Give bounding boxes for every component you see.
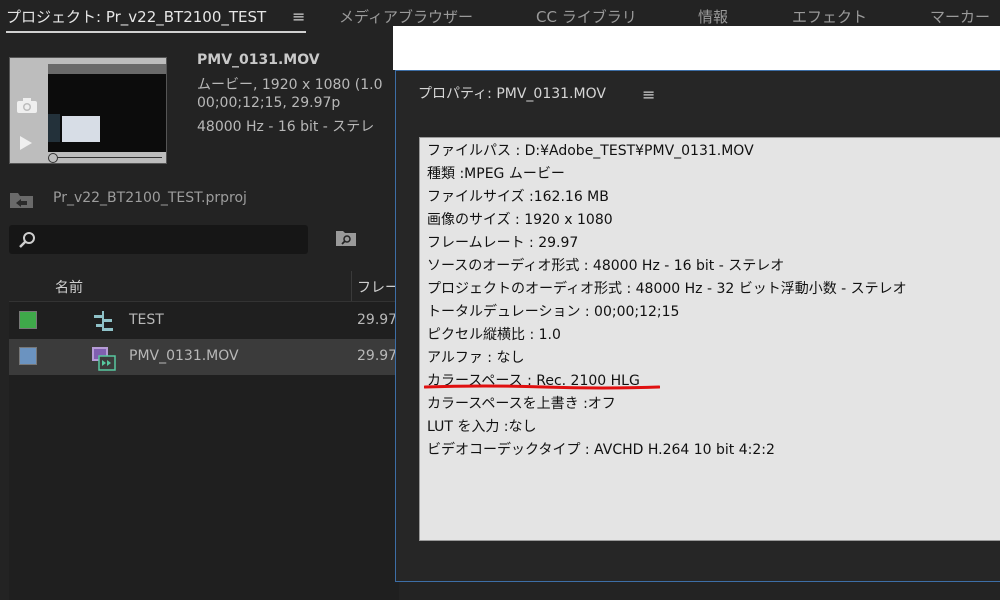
- tab-markers[interactable]: マーカー: [930, 6, 990, 27]
- label-color-swatch[interactable]: [19, 311, 37, 329]
- list-header: 名前 フレー: [9, 271, 399, 302]
- item-name: TEST: [129, 312, 164, 328]
- item-frame-rate: 29.97: [357, 348, 398, 364]
- properties-menu-icon[interactable]: ≡: [642, 85, 655, 104]
- video-clip-icon: [92, 347, 116, 371]
- parent-bin-icon[interactable]: [9, 187, 35, 209]
- preview-video-frame: [48, 64, 166, 152]
- prop-frame-rate: フレームレート : 29.97: [427, 235, 579, 251]
- find-in-bin-icon[interactable]: [335, 229, 357, 247]
- list-item-clip[interactable]: PMV_0131.MOV 29.97: [9, 339, 399, 375]
- preview-thumbnail[interactable]: [9, 57, 167, 164]
- prop-video-codec: ビデオコーデックタイプ : AVCHD H.264 10 bit 4:2:2: [427, 442, 775, 458]
- item-frame-rate: 29.97: [357, 312, 398, 328]
- prop-image-size: 画像のサイズ : 1920 x 1080: [427, 212, 613, 228]
- properties-text-box[interactable]: ファイルパス : D:¥Adobe_TEST¥PMV_0131.MOV 種類 :…: [419, 137, 1000, 541]
- tab-cc-libraries[interactable]: CC ライブラリ: [536, 6, 637, 27]
- active-tab-underline: [6, 31, 306, 33]
- tab-media-browser[interactable]: メディアブラウザー: [339, 6, 473, 27]
- prop-file-path: ファイルパス : D:¥Adobe_TEST¥PMV_0131.MOV: [427, 143, 754, 159]
- scrub-handle[interactable]: [48, 153, 58, 163]
- prop-source-audio: ソースのオーディオ形式 : 48000 Hz - 16 bit - ステレオ: [427, 258, 785, 274]
- label-color-swatch[interactable]: [19, 347, 37, 365]
- search-input[interactable]: [9, 225, 308, 254]
- tab-project[interactable]: プロジェクト: Pr_v22_BT2100_TEST: [6, 6, 266, 27]
- prop-input-lut: LUT を入力 :なし: [427, 419, 537, 435]
- column-header-frame-rate[interactable]: フレー: [357, 277, 399, 297]
- prop-alpha: アルファ : なし: [427, 350, 525, 366]
- play-icon[interactable]: [20, 136, 32, 150]
- prop-project-audio: プロジェクトのオーディオ形式 : 48000 Hz - 32 ビット浮動小数 -…: [427, 281, 907, 297]
- preview-info-type: ムービー, 1920 x 1080 (1.0: [197, 77, 383, 93]
- preview-info-audio: 48000 Hz - 16 bit - ステレ: [197, 119, 375, 135]
- prop-duration: トータルデュレーション : 00;00;12;15: [427, 304, 680, 320]
- highlight-underline: [424, 384, 660, 390]
- prop-pixel-aspect: ピクセル縦横比 : 1.0: [427, 327, 561, 343]
- item-name: PMV_0131.MOV: [129, 348, 239, 364]
- project-file-name: Pr_v22_BT2100_TEST.prproj: [53, 190, 247, 206]
- list-item-sequence[interactable]: TEST 29.97: [9, 303, 399, 339]
- properties-dialog: プロパティ: PMV_0131.MOV ≡ ファイルパス : D:¥Adobe_…: [395, 70, 1000, 582]
- search-icon: [19, 232, 35, 248]
- preview-info-duration: 00;00;12;15, 29.97p: [197, 95, 341, 111]
- prop-type: 種類 :MPEG ムービー: [427, 166, 565, 182]
- camera-icon[interactable]: [16, 98, 38, 114]
- panel-menu-icon[interactable]: ≡: [292, 7, 305, 26]
- project-item-list: 名前 フレー TEST 29.97 PMV_0131.MOV 29.97: [9, 271, 399, 600]
- preview-clip-title: PMV_0131.MOV: [197, 52, 320, 68]
- preview-scrub-slider[interactable]: [48, 153, 166, 163]
- tab-info[interactable]: 情報: [698, 6, 728, 27]
- window-titlebar-blank: [393, 26, 1000, 70]
- column-header-name[interactable]: 名前: [55, 277, 83, 297]
- tab-effects[interactable]: エフェクト: [792, 6, 867, 27]
- prop-file-size: ファイルサイズ :162.16 MB: [427, 189, 609, 205]
- sequence-icon: [94, 311, 113, 331]
- prop-color-space-override: カラースペースを上書き :オフ: [427, 396, 616, 412]
- properties-title: プロパティ: PMV_0131.MOV: [418, 86, 606, 102]
